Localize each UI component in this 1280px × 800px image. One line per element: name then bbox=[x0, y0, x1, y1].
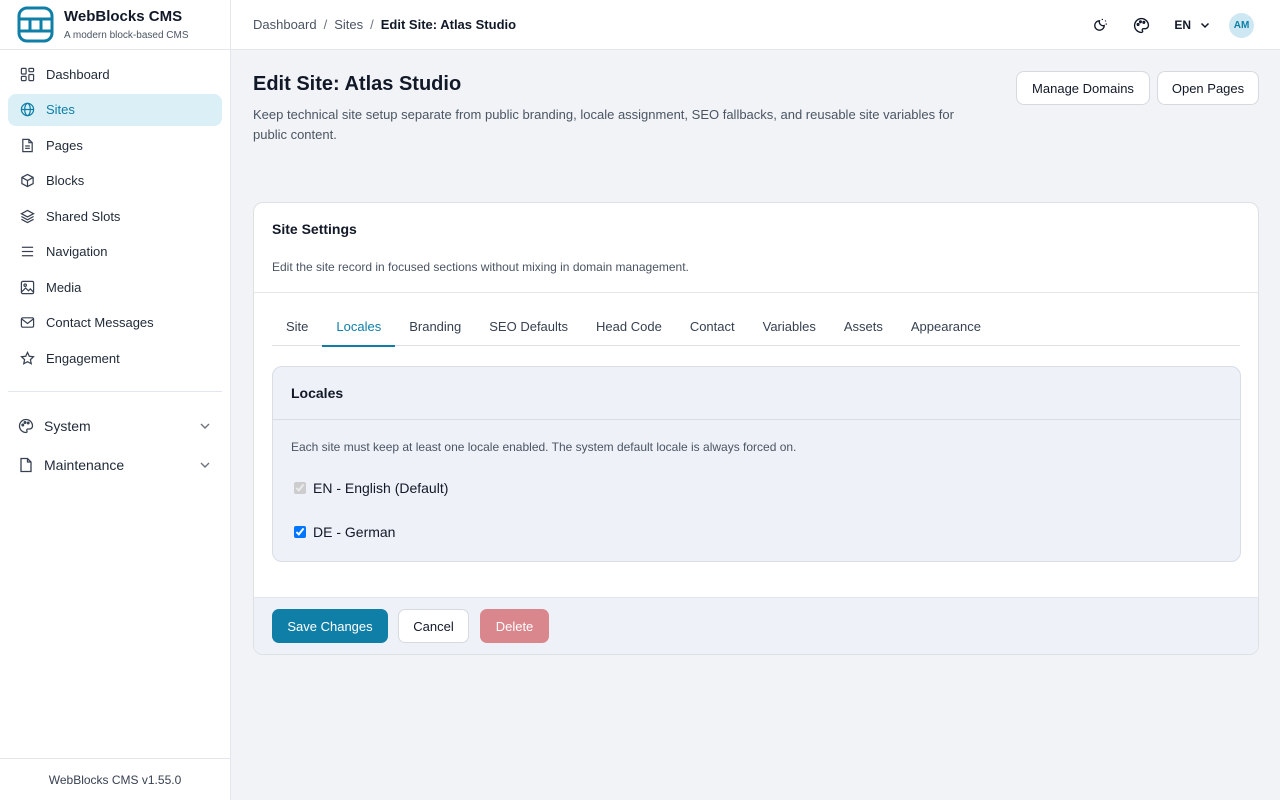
tab-appearance[interactable]: Appearance bbox=[897, 319, 995, 346]
avatar[interactable]: AM bbox=[1229, 12, 1254, 38]
sidebar-group-label: System bbox=[44, 418, 91, 434]
settings-tabs: Site Locales Branding SEO Defaults Head … bbox=[272, 319, 1240, 347]
breadcrumb-sites[interactable]: Sites bbox=[334, 17, 363, 32]
cancel-button[interactable]: Cancel bbox=[398, 609, 469, 643]
main-content: Edit Site: Atlas Studio Keep technical s… bbox=[231, 50, 1280, 800]
sidebar-item-label: Contact Messages bbox=[46, 315, 154, 330]
sidebar-item-label: Dashboard bbox=[46, 66, 110, 82]
star-icon bbox=[20, 350, 35, 366]
layers-icon bbox=[20, 209, 35, 224]
sidebar-item-label: Sites bbox=[46, 102, 75, 117]
sidebar-group-label: Maintenance bbox=[44, 457, 125, 473]
locales-title: Locales bbox=[291, 385, 344, 401]
brand[interactable]: WebBlocks CMS A modern block-based CMS bbox=[0, 0, 230, 50]
panel-divider bbox=[273, 419, 1240, 420]
language-label: EN bbox=[1174, 18, 1191, 32]
locale-option-de[interactable]: DE - German bbox=[294, 524, 395, 540]
manage-domains-button[interactable]: Manage Domains bbox=[1016, 71, 1150, 105]
image-icon bbox=[20, 280, 35, 295]
globe-icon bbox=[20, 102, 35, 117]
sidebar-item-media[interactable]: Media bbox=[8, 271, 222, 303]
sidebar-item-navigation[interactable]: Navigation bbox=[8, 236, 222, 268]
delete-button[interactable]: Delete bbox=[480, 609, 549, 643]
locale-en-label: EN - English (Default) bbox=[313, 480, 449, 496]
app-version: WebBlocks CMS v1.55.0 bbox=[0, 758, 230, 800]
logo-icon bbox=[17, 6, 54, 43]
palette-icon[interactable] bbox=[1128, 12, 1154, 38]
mail-icon bbox=[20, 315, 35, 330]
sidebar-item-sites[interactable]: Sites bbox=[8, 93, 222, 126]
breadcrumb: Dashboard / Sites / Edit Site: Atlas Stu… bbox=[253, 17, 516, 32]
menu-icon bbox=[20, 244, 35, 259]
breadcrumb-separator: / bbox=[370, 17, 374, 32]
topbar: Dashboard / Sites / Edit Site: Atlas Stu… bbox=[231, 0, 1280, 50]
sidebar-item-label: Blocks bbox=[46, 173, 85, 188]
sidebar-group-system[interactable]: System bbox=[8, 410, 222, 442]
locale-de-checkbox[interactable] bbox=[294, 526, 306, 538]
card-footer: Save Changes Cancel Delete bbox=[254, 597, 1258, 654]
tab-seo-defaults[interactable]: SEO Defaults bbox=[475, 319, 582, 346]
sidebar-item-label: Navigation bbox=[46, 244, 108, 259]
page-title: Edit Site: Atlas Studio bbox=[253, 73, 462, 95]
cube-icon bbox=[20, 173, 35, 188]
card-description: Edit the site record in focused sections… bbox=[272, 260, 689, 274]
sidebar-item-shared-slots[interactable]: Shared Slots bbox=[8, 200, 222, 232]
card-divider bbox=[254, 292, 1258, 293]
theme-toggle-icon[interactable] bbox=[1086, 12, 1112, 38]
card-title: Site Settings bbox=[272, 221, 357, 237]
tab-assets[interactable]: Assets bbox=[830, 319, 897, 346]
topbar-actions: EN AM bbox=[1070, 12, 1254, 38]
sidebar-item-label: Pages bbox=[46, 137, 83, 153]
page-description: Keep technical site setup separate from … bbox=[253, 107, 954, 142]
sidebar: WebBlocks CMS A modern block-based CMS D… bbox=[0, 0, 231, 800]
chevron-down-icon bbox=[1200, 22, 1210, 29]
sidebar-item-pages[interactable]: Pages bbox=[8, 129, 222, 161]
tab-head-code[interactable]: Head Code bbox=[582, 319, 676, 346]
sidebar-item-label: Engagement bbox=[46, 350, 120, 366]
app-subtitle: A modern block-based CMS bbox=[64, 29, 189, 41]
chevron-down-icon bbox=[200, 423, 210, 429]
sidebar-nav: Dashboard Sites Pages Blocks Shared Slot… bbox=[0, 50, 230, 481]
breadcrumb-current: Edit Site: Atlas Studio bbox=[380, 17, 517, 32]
sidebar-item-label: Media bbox=[46, 279, 82, 295]
tab-branding[interactable]: Branding bbox=[395, 319, 475, 346]
save-changes-button[interactable]: Save Changes bbox=[272, 609, 388, 643]
sidebar-item-engagement[interactable]: Engagement bbox=[8, 342, 222, 374]
palette-icon bbox=[18, 418, 34, 434]
language-select[interactable]: EN bbox=[1174, 18, 1211, 32]
tab-variables[interactable]: Variables bbox=[749, 319, 830, 346]
breadcrumb-separator: / bbox=[323, 17, 328, 32]
sidebar-divider bbox=[8, 391, 222, 392]
file-icon bbox=[18, 457, 34, 473]
tab-contact[interactable]: Contact bbox=[676, 319, 749, 346]
site-settings-card: Site Settings Edit the site record in fo… bbox=[253, 202, 1259, 655]
dashboard-icon bbox=[20, 67, 35, 82]
tab-locales[interactable]: Locales bbox=[322, 319, 396, 347]
tab-site[interactable]: Site bbox=[272, 319, 322, 346]
locale-de-label: DE - German bbox=[313, 524, 396, 540]
sidebar-item-blocks[interactable]: Blocks bbox=[8, 165, 222, 197]
sidebar-group-maintenance[interactable]: Maintenance bbox=[8, 449, 222, 481]
sidebar-item-dashboard[interactable]: Dashboard bbox=[8, 58, 222, 90]
sidebar-item-contact-messages[interactable]: Contact Messages bbox=[8, 307, 222, 339]
sidebar-item-label: Shared Slots bbox=[46, 208, 121, 224]
open-pages-button[interactable]: Open Pages bbox=[1157, 71, 1259, 105]
locale-option-en: EN - English (Default) bbox=[294, 480, 448, 496]
chevron-down-icon bbox=[200, 462, 210, 468]
app-title: WebBlocks CMS bbox=[64, 7, 183, 25]
locales-description: Each site must keep at least one locale … bbox=[291, 440, 797, 454]
locale-en-checkbox bbox=[294, 482, 306, 494]
file-icon bbox=[20, 138, 35, 153]
breadcrumb-dashboard[interactable]: Dashboard bbox=[253, 17, 317, 32]
locales-panel: Locales Each site must keep at least one… bbox=[272, 366, 1241, 562]
